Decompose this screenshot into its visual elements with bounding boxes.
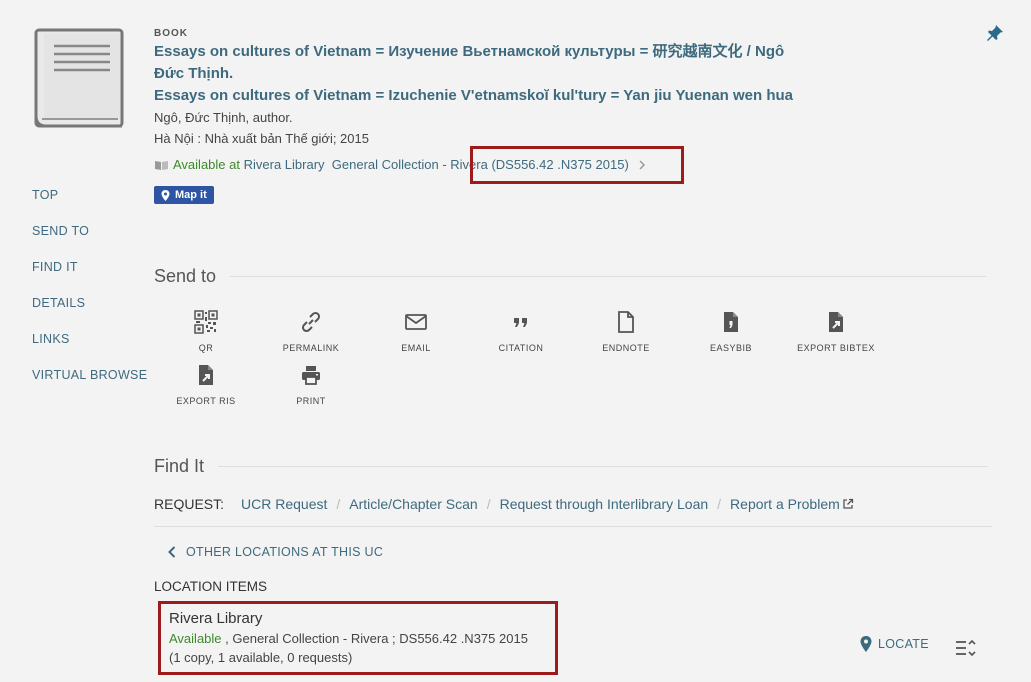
send-easybib-label: EASYBIB: [709, 343, 753, 353]
request-separator: /: [336, 496, 341, 512]
nav-send-to[interactable]: SEND TO: [32, 224, 147, 260]
send-endnote-label: ENDNOTE: [602, 343, 650, 353]
link-icon: [301, 311, 321, 333]
other-locations-label: OTHER LOCATIONS AT THIS UC: [186, 545, 384, 559]
external-link-icon[interactable]: [842, 498, 854, 510]
request-separator: /: [486, 496, 491, 512]
nav-find-it[interactable]: FIND IT: [32, 260, 147, 296]
other-locations-link[interactable]: OTHER LOCATIONS AT THIS UC: [168, 545, 383, 559]
interlibrary-loan-link[interactable]: Request through Interlibrary Loan: [500, 496, 709, 512]
record-title[interactable]: Essays on cultures of Vietnam = Изучение…: [154, 41, 834, 85]
printer-icon: [302, 366, 320, 385]
nav-top[interactable]: TOP: [32, 188, 147, 224]
send-easybib-button[interactable]: EASYBIB: [679, 310, 783, 356]
export-file-icon: [829, 312, 843, 332]
expand-items-icon[interactable]: [955, 638, 977, 663]
find-it-divider: [218, 466, 989, 467]
article-scan-link[interactable]: Article/Chapter Scan: [349, 496, 477, 512]
easybib-icon: [724, 312, 738, 332]
request-label: REQUEST:: [154, 496, 225, 512]
map-marker-icon: [161, 189, 170, 201]
pin-icon[interactable]: [986, 24, 1004, 42]
send-email-label: EMAIL: [401, 343, 431, 353]
map-it-label: Map it: [175, 189, 207, 201]
availability-collection[interactable]: General Collection: [332, 155, 439, 175]
send-print-button[interactable]: PRINT: [259, 363, 363, 409]
qr-code-icon: [194, 310, 218, 334]
map-it-button[interactable]: Map it: [154, 186, 214, 204]
send-to-divider: [230, 276, 987, 277]
send-qr-label: QR: [198, 343, 214, 353]
export-file-icon: [199, 365, 213, 385]
send-to-heading: Send to: [154, 266, 987, 287]
send-qr-button[interactable]: QR: [154, 310, 258, 356]
request-separator: /: [717, 496, 722, 512]
author: Ngô, Đức Thịnh, author.: [154, 110, 293, 125]
send-citation-button[interactable]: CITATION: [469, 310, 573, 356]
quote-icon: [514, 318, 527, 327]
send-endnote-button[interactable]: ENDNOTE: [574, 310, 678, 356]
availability-dash: -: [438, 157, 451, 172]
title-line-1[interactable]: Essays on cultures of Vietnam = Изучение…: [154, 41, 834, 63]
location-items-label: LOCATION ITEMS: [154, 579, 268, 594]
send-citation-label: CITATION: [498, 343, 544, 353]
send-export-bibtex-label: EXPORT BIBTEX: [797, 343, 875, 353]
resource-type: BOOK: [154, 28, 188, 39]
report-problem-link[interactable]: Report a Problem: [730, 496, 840, 512]
nav-virtual-browse[interactable]: VIRTUAL BROWSE: [32, 368, 147, 404]
find-it-heading: Find It: [154, 456, 989, 477]
locate-button[interactable]: LOCATE: [860, 636, 929, 652]
send-export-ris-label: EXPORT RIS: [176, 396, 236, 406]
chevron-left-icon: [168, 546, 176, 558]
title-line-2[interactable]: Đức Thịnh.: [154, 63, 834, 85]
ucr-request-link[interactable]: UCR Request: [241, 496, 327, 512]
alt-title[interactable]: Essays on cultures of Vietnam = Izucheni…: [154, 85, 834, 107]
book-open-icon: [155, 161, 168, 170]
locate-label: LOCATE: [878, 637, 929, 651]
location-highlight: [158, 601, 558, 675]
document-icon: [618, 311, 634, 333]
call-number-highlight: [470, 146, 684, 184]
availability-library[interactable]: Rivera Library: [244, 155, 325, 175]
book-cover-icon: [34, 28, 124, 130]
send-export-ris-button[interactable]: EXPORT RIS: [154, 363, 258, 409]
side-navigation: TOP SEND TO FIND IT DETAILS LINKS VIRTUA…: [32, 188, 147, 404]
email-icon: [405, 314, 427, 330]
send-export-bibtex-button[interactable]: EXPORT BIBTEX: [784, 310, 888, 356]
request-options: REQUEST: UCR Request / Article/Chapter S…: [154, 496, 854, 512]
request-divider: [154, 526, 992, 527]
send-print-label: PRINT: [296, 396, 326, 406]
find-it-title: Find It: [154, 456, 205, 476]
map-marker-icon: [860, 636, 872, 652]
nav-links[interactable]: LINKS: [32, 332, 147, 368]
send-permalink-button[interactable]: PERMALINK: [259, 310, 363, 356]
send-to-title: Send to: [154, 266, 217, 286]
send-email-button[interactable]: EMAIL: [364, 310, 468, 356]
send-permalink-label: PERMALINK: [282, 343, 340, 353]
availability-status: Available at: [173, 157, 240, 172]
nav-details[interactable]: DETAILS: [32, 296, 147, 332]
